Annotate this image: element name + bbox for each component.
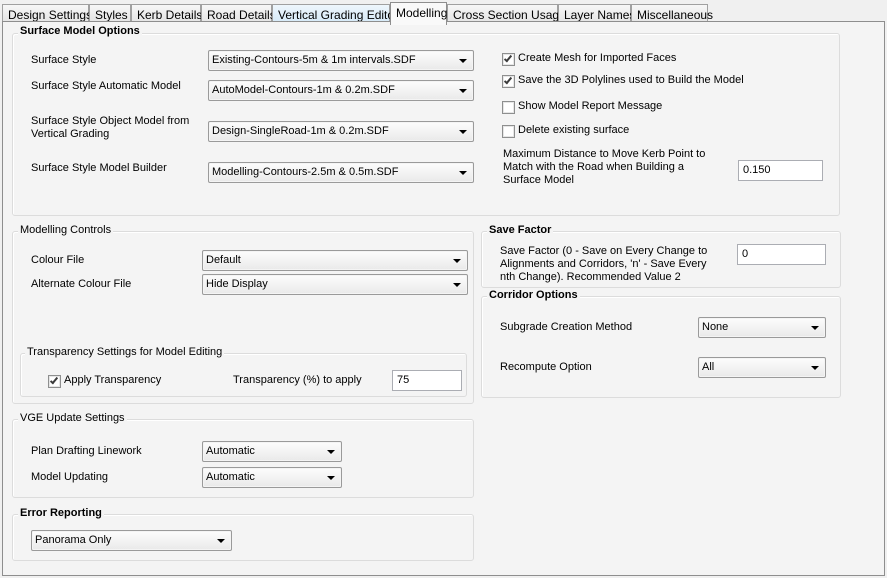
max-distance-label: Maximum Distance to Move Kerb Point to M… <box>503 148 706 186</box>
save-polylines-checkbox[interactable] <box>502 75 515 88</box>
surface-style-label: Surface Style <box>31 54 97 66</box>
model-updating-label: Model Updating <box>31 471 109 483</box>
delete-surface-checkbox[interactable] <box>502 125 515 138</box>
model-updating-combo[interactable]: Automatic <box>202 467 342 488</box>
tab-label: Kerb Details <box>137 8 203 22</box>
save-factor-title: Save Factor <box>487 224 554 236</box>
auto-model-combo[interactable]: AutoModel-Contours-1m & 0.2m.SDF <box>208 80 474 101</box>
alt-colour-file-label: Alternate Colour File <box>31 278 132 290</box>
subgrade-combo[interactable]: None <box>698 317 826 338</box>
chevron-down-icon <box>327 450 335 454</box>
apply-transparency-label: Apply Transparency <box>64 374 162 386</box>
alt-colour-file-combo[interactable]: Hide Display <box>202 274 468 295</box>
create-mesh-label: Create Mesh for Imported Faces <box>518 52 677 64</box>
show-report-checkbox[interactable] <box>502 101 515 114</box>
plan-drafting-label: Plan Drafting Linework <box>31 445 142 457</box>
corridor-options-title: Corridor Options <box>487 289 580 301</box>
checkmark-icon <box>503 75 513 85</box>
model-builder-combo[interactable]: Modelling-Contours-2.5m & 0.5m.SDF <box>208 162 474 183</box>
plan-drafting-combo[interactable]: Automatic <box>202 441 342 462</box>
chevron-down-icon <box>453 259 461 263</box>
save-factor-label: Save Factor (0 - Save on Every Change to… <box>500 245 708 283</box>
chevron-down-icon <box>327 476 335 480</box>
chevron-down-icon <box>459 130 467 134</box>
transparency-pct-label: Transparency (%) to apply <box>233 374 362 386</box>
surface-style-combo[interactable]: Existing-Contours-5m & 1m intervals.SDF <box>208 50 474 71</box>
chevron-down-icon <box>459 89 467 93</box>
tab-label: Miscellaneous <box>637 8 714 22</box>
model-builder-label: Surface Style Model Builder <box>31 162 167 174</box>
combo-value: AutoModel-Contours-1m & 0.2m.SDF <box>212 84 395 96</box>
modelling-controls-title: Modelling Controls <box>18 224 114 236</box>
checkmark-icon <box>49 375 59 385</box>
subgrade-label: Subgrade Creation Method <box>500 321 633 333</box>
tab-label: Layer Names <box>564 8 636 22</box>
tab-label: Styles <box>95 8 128 22</box>
transparency-pct-input[interactable]: 75 <box>392 370 462 391</box>
tab-label: Cross Section Usage <box>453 8 566 22</box>
chevron-down-icon <box>453 283 461 287</box>
save-factor-input[interactable]: 0 <box>737 244 826 265</box>
save-polylines-label: Save the 3D Polylines used to Build the … <box>518 74 744 86</box>
tab-label: Modelling <box>396 6 448 20</box>
recompute-label: Recompute Option <box>500 361 592 373</box>
transparency-settings-title: Transparency Settings for Model Editing <box>25 346 225 358</box>
combo-value: Default <box>206 254 241 266</box>
combo-value: Automatic <box>206 471 255 483</box>
tab-label: Vertical Grading Editor <box>278 8 399 22</box>
chevron-down-icon <box>811 366 819 370</box>
combo-value: Panorama Only <box>35 534 112 546</box>
error-reporting-combo[interactable]: Panorama Only <box>31 530 232 551</box>
chevron-down-icon <box>459 171 467 175</box>
corridor-options-group <box>481 296 841 398</box>
combo-value: Automatic <box>206 445 255 457</box>
apply-transparency-checkbox[interactable] <box>48 375 61 388</box>
delete-surface-label: Delete existing surface <box>518 124 630 136</box>
tab-label: Road Details <box>207 8 276 22</box>
checkmark-icon <box>503 53 513 63</box>
recompute-combo[interactable]: All <box>698 357 826 378</box>
combo-value: None <box>702 321 729 333</box>
show-report-label: Show Model Report Message <box>518 100 663 112</box>
create-mesh-checkbox[interactable] <box>502 53 515 66</box>
chevron-down-icon <box>811 326 819 330</box>
combo-value: All <box>702 361 715 373</box>
chevron-down-icon <box>217 539 225 543</box>
object-model-combo[interactable]: Design-SingleRoad-1m & 0.2m.SDF <box>208 121 474 142</box>
combo-value: Modelling-Contours-2.5m & 0.5m.SDF <box>212 166 399 178</box>
surface-model-options-title: Surface Model Options <box>18 25 142 37</box>
object-model-label: Surface Style Object Model from Vertical… <box>31 115 190 140</box>
vge-update-settings-title: VGE Update Settings <box>18 412 127 424</box>
colour-file-label: Colour File <box>31 254 85 266</box>
tab-modelling[interactable]: Modelling <box>390 2 447 25</box>
chevron-down-icon <box>459 59 467 63</box>
tab-label: Design Settings <box>8 8 93 22</box>
colour-file-combo[interactable]: Default <box>202 250 468 271</box>
auto-model-label: Surface Style Automatic Model <box>31 80 181 92</box>
error-reporting-title: Error Reporting <box>18 507 104 519</box>
combo-value: Design-SingleRoad-1m & 0.2m.SDF <box>212 125 389 137</box>
max-distance-input[interactable]: 0.150 <box>738 160 823 181</box>
combo-value: Existing-Contours-5m & 1m intervals.SDF <box>212 54 416 66</box>
combo-value: Hide Display <box>206 278 268 290</box>
